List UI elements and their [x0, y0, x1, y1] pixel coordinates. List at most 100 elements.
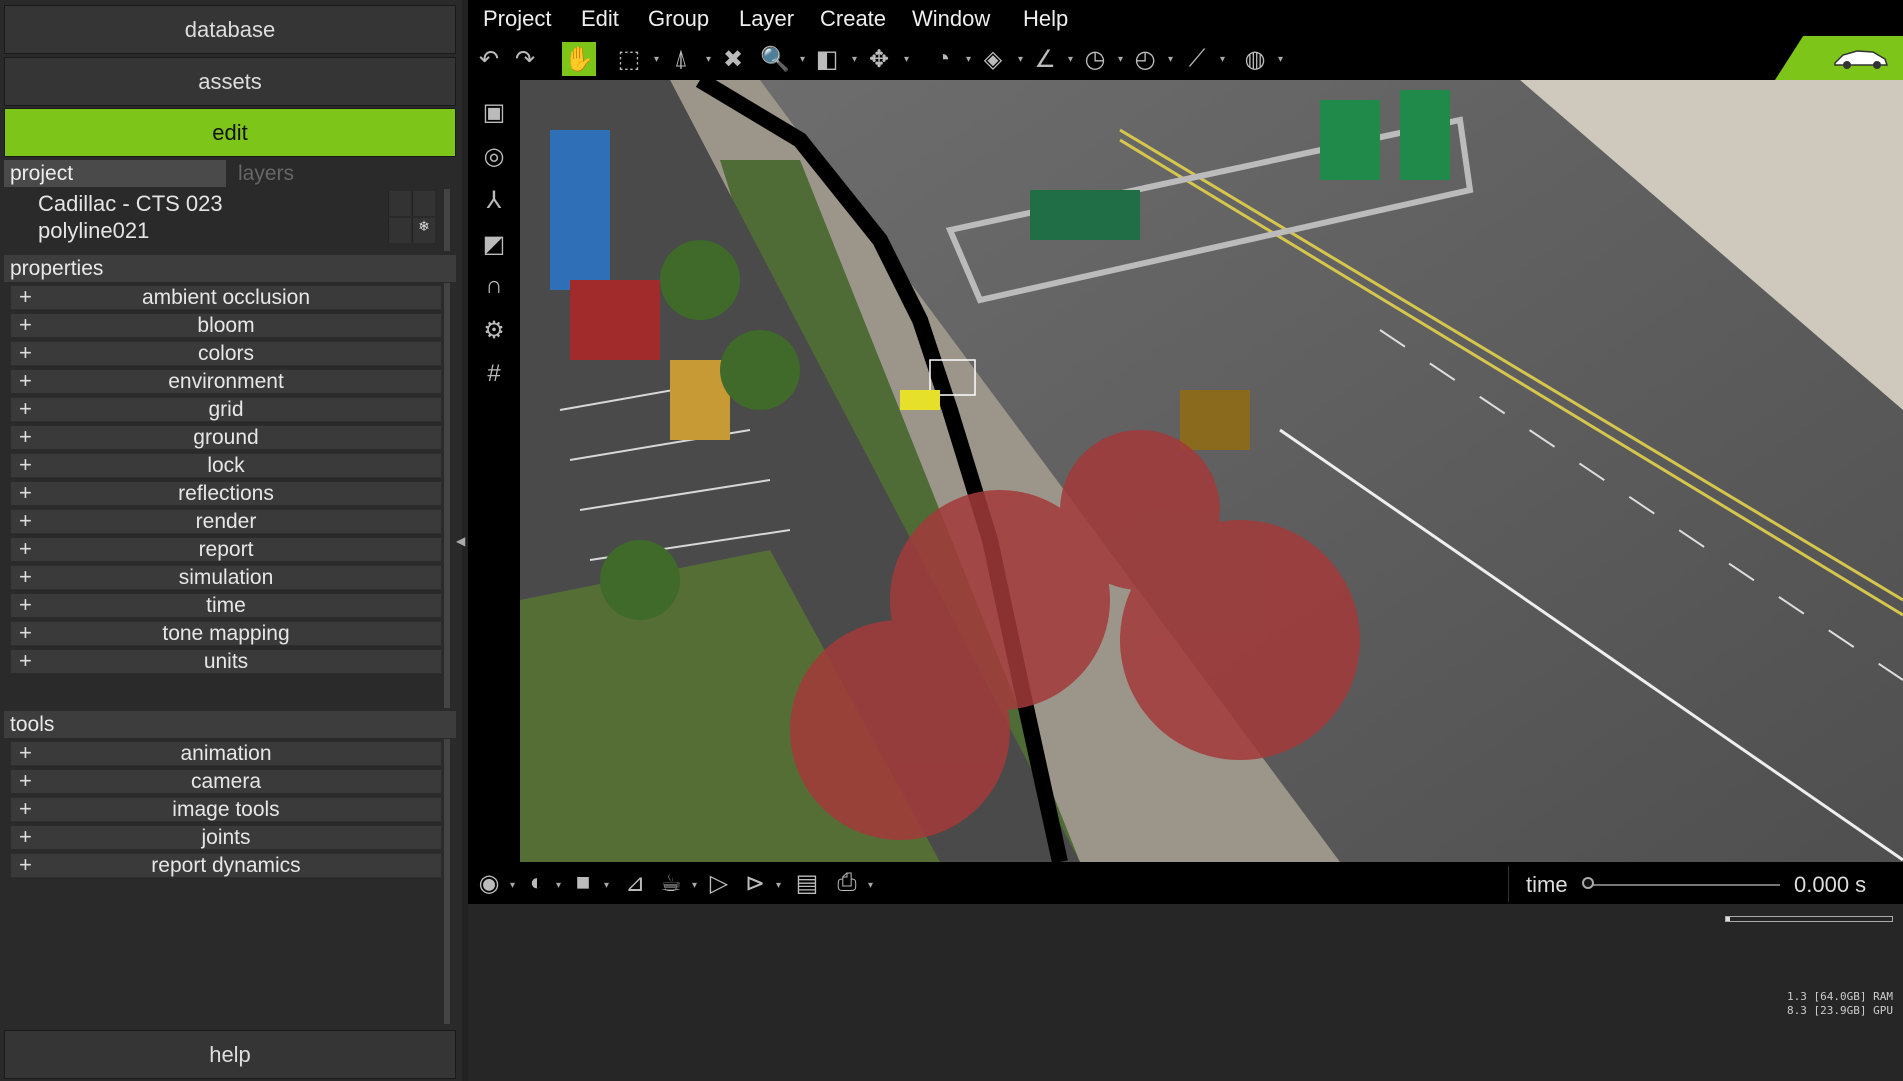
square-icon[interactable]: ■: [566, 866, 600, 900]
list-item-label: units: [203, 650, 249, 673]
report-icon[interactable]: ▤: [790, 866, 824, 900]
ram-usage: 1.3 [64.0GB] RAM: [1787, 990, 1893, 1003]
tools-header[interactable]: tools: [4, 711, 456, 738]
sphere-icon[interactable]: ◍: [1238, 42, 1272, 76]
play-icon[interactable]: ▷: [702, 866, 736, 900]
help-button[interactable]: help: [4, 1030, 456, 1079]
menu-group[interactable]: Group: [648, 6, 709, 32]
time-slider[interactable]: [1588, 884, 1780, 886]
plane-icon[interactable]: ◈: [976, 42, 1010, 76]
menu-project[interactable]: Project: [483, 6, 551, 32]
list-item[interactable]: + image tools: [10, 796, 442, 822]
list-item[interactable]: + report dynamics: [10, 852, 442, 878]
list-item-label: render: [195, 510, 257, 533]
menu-window[interactable]: Window: [912, 6, 990, 32]
list-item[interactable]: + report: [10, 536, 442, 562]
ruler-icon[interactable]: ⟋: [1180, 42, 1214, 76]
head-icon[interactable]: ◐: [520, 866, 554, 900]
list-item[interactable]: + lock: [10, 452, 442, 478]
menu-bar: Project Edit Group Layer Create Window H…: [468, 0, 1903, 40]
list-item-label: ground: [193, 426, 259, 449]
magnet-icon[interactable]: ∩: [478, 270, 510, 302]
split-view-icon[interactable]: ◩: [478, 228, 510, 260]
list-item[interactable]: + animation: [10, 740, 442, 766]
list-item[interactable]: + ground: [10, 424, 442, 450]
list-item[interactable]: + joints: [10, 824, 442, 850]
move-icon[interactable]: ✥: [862, 42, 896, 76]
list-item[interactable]: + reflections: [10, 480, 442, 506]
timer-icon[interactable]: ◴: [1128, 42, 1162, 76]
zoom-icon[interactable]: 🔍: [758, 42, 792, 76]
visibility-toggle[interactable]: [388, 191, 411, 216]
console-panel: 1.3 [64.0GB] RAM 8.3 [23.9GB] GPU: [468, 904, 1903, 1081]
list-item-label: ambient occlusion: [141, 286, 311, 309]
snap-point-icon[interactable]: ▣: [478, 96, 510, 128]
3d-viewport[interactable]: [520, 80, 1903, 862]
time-slider-knob[interactable]: [1582, 877, 1594, 889]
list-item[interactable]: + environment: [10, 368, 442, 394]
list-item[interactable]: Cadillac - CTS 023: [38, 191, 223, 217]
target-icon[interactable]: ◎: [478, 140, 510, 172]
menu-create[interactable]: Create: [820, 6, 886, 32]
cube-icon[interactable]: ◧: [810, 42, 844, 76]
menu-help[interactable]: Help: [1023, 6, 1068, 32]
collapse-arrow-icon[interactable]: ◀: [456, 534, 465, 550]
select-box-icon[interactable]: ⬚: [612, 42, 646, 76]
list-item[interactable]: + bloom: [10, 312, 442, 338]
list-item[interactable]: + ambient occlusion: [10, 284, 442, 310]
shading-sphere-icon[interactable]: ◉: [472, 866, 506, 900]
list-item[interactable]: + colors: [10, 340, 442, 366]
teapot-icon[interactable]: ☕: [654, 866, 688, 900]
tripod-icon[interactable]: ⍋: [664, 42, 698, 76]
list-item-label: simulation: [178, 566, 274, 589]
vertical-toolbar: ▣ ◎ ⅄ ◩ ∩ ⚙ #: [468, 80, 518, 860]
print-icon[interactable]: ⎙: [830, 866, 864, 900]
project-list: Cadillac - CTS 023 polyline021 ❄: [4, 189, 456, 251]
gpu-usage: 8.3 [23.9GB] GPU: [1787, 1004, 1893, 1017]
speed-dial-icon[interactable]: ◷: [1078, 42, 1112, 76]
bottom-toolbar: ◉ ▾ ◐ ▾ ■ ▾ ⊿ ☕ ▾ ▷ ⊳ ▾ ▤ ⎙ ▾ time 0.000 s: [468, 862, 1903, 904]
list-item[interactable]: + grid: [10, 396, 442, 422]
database-button[interactable]: database: [4, 5, 456, 54]
graph-icon[interactable]: ⊿: [618, 866, 652, 900]
visibility-toggle[interactable]: [388, 218, 411, 243]
gears-icon[interactable]: ⚙: [478, 314, 510, 346]
list-item[interactable]: + units: [10, 648, 442, 674]
panel-tabs: project layers: [4, 160, 456, 187]
properties-header[interactable]: properties: [4, 255, 456, 282]
separator: [1508, 866, 1509, 902]
scene-render: [520, 80, 1903, 862]
menu-edit[interactable]: Edit: [581, 6, 619, 32]
measure-dial-icon[interactable]: ◔: [926, 42, 960, 76]
list-item-label: bloom: [197, 314, 255, 337]
main-area: Project Edit Group Layer Create Window H…: [468, 0, 1903, 1081]
tools-scrollbar[interactable]: [444, 739, 450, 1024]
axis-icon[interactable]: ⅄: [478, 184, 510, 216]
snowflake-icon[interactable]: ❄: [412, 218, 435, 243]
list-item[interactable]: + tone mapping: [10, 620, 442, 646]
properties-list: + ambient occlusion + bloom + colors + environm…: [4, 283, 456, 708]
properties-scrollbar[interactable]: [444, 283, 450, 708]
lock-toggle[interactable]: [412, 191, 435, 216]
play-list-icon[interactable]: ⊳: [738, 866, 772, 900]
undo-icon[interactable]: ↶: [472, 42, 506, 76]
menu-layer[interactable]: Layer: [739, 6, 794, 32]
project-scrollbar[interactable]: [444, 189, 450, 251]
angle-icon[interactable]: ∠: [1028, 42, 1062, 76]
list-item-label: joints: [201, 826, 251, 849]
hand-pan-icon[interactable]: ✋: [562, 42, 596, 76]
redo-icon[interactable]: ↷: [508, 42, 542, 76]
assets-button[interactable]: assets: [4, 57, 456, 106]
list-item[interactable]: + camera: [10, 768, 442, 794]
list-item-label: colors: [197, 342, 255, 365]
list-item[interactable]: + time: [10, 592, 442, 618]
delete-icon[interactable]: ✖: [716, 42, 750, 76]
list-item[interactable]: polyline021: [38, 218, 149, 244]
list-item[interactable]: + simulation: [10, 564, 442, 590]
grid-icon[interactable]: #: [478, 358, 510, 390]
list-item-label: tone mapping: [162, 622, 290, 645]
edit-button[interactable]: edit: [4, 108, 456, 157]
tab-project[interactable]: project: [4, 160, 226, 187]
list-item[interactable]: + render: [10, 508, 442, 534]
tab-layers[interactable]: layers: [232, 160, 432, 187]
